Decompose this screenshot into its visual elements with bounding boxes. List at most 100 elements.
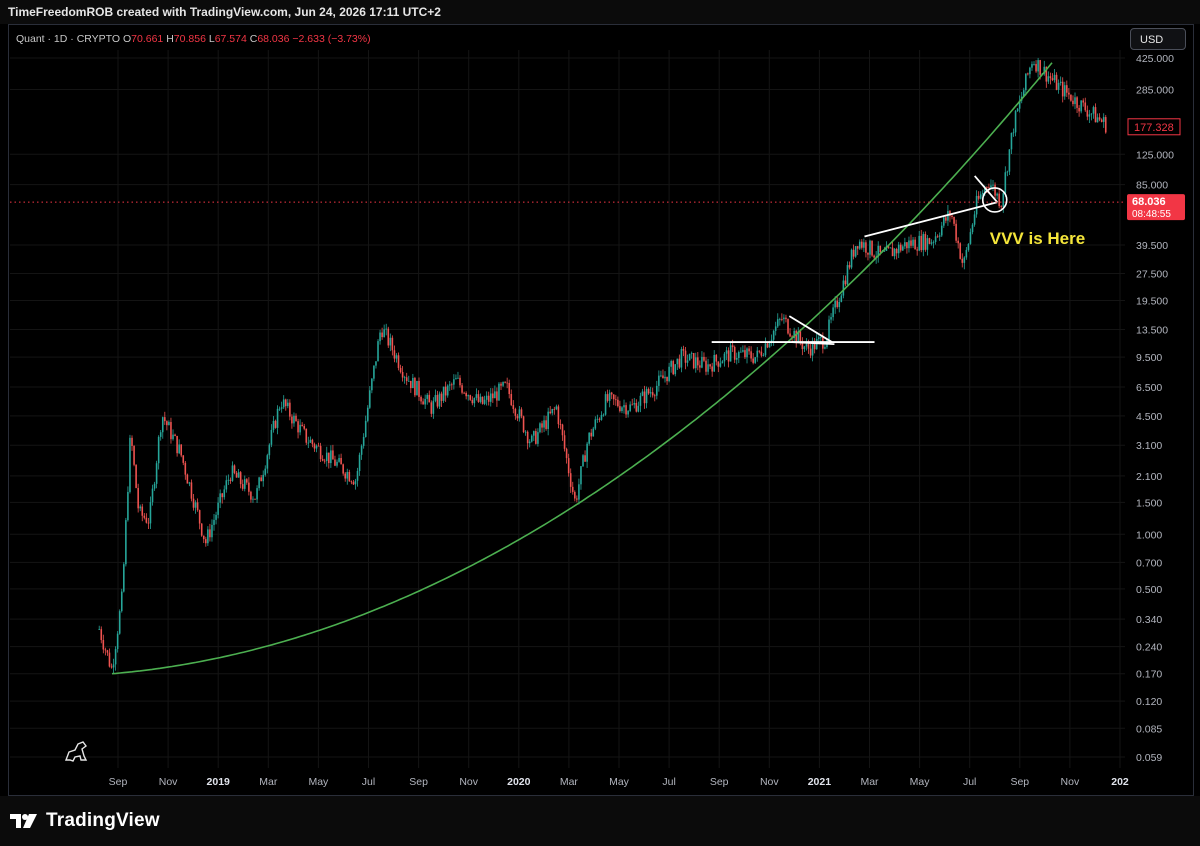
candle	[1092, 105, 1095, 119]
current-price-label: 68.036	[1132, 196, 1166, 208]
candle	[1008, 149, 1011, 175]
tradingview-brand[interactable]: TradingView	[10, 810, 160, 832]
candle	[184, 461, 187, 480]
x-tick-label: Nov	[760, 776, 779, 788]
candle	[709, 363, 711, 370]
candle	[1057, 79, 1060, 94]
annotation-text: VVV is Here	[990, 229, 1085, 248]
candle	[664, 371, 666, 383]
candle	[727, 347, 730, 368]
candle	[854, 246, 857, 258]
candle	[861, 239, 863, 250]
candle	[147, 518, 150, 529]
candle	[248, 477, 250, 496]
candle	[278, 406, 281, 411]
candle	[369, 386, 371, 410]
y-tick-label: 4.500	[1136, 411, 1162, 423]
candle	[276, 405, 279, 435]
candle	[508, 379, 511, 399]
candle	[299, 419, 301, 436]
candle	[805, 338, 808, 351]
candle	[852, 244, 855, 260]
candle	[481, 396, 484, 405]
candle	[311, 438, 314, 448]
candle	[680, 346, 683, 373]
candle	[844, 275, 847, 287]
candle	[764, 337, 767, 358]
candle	[840, 293, 843, 303]
candle	[1010, 132, 1013, 155]
candle	[235, 470, 238, 478]
candle	[500, 381, 502, 391]
candle	[692, 352, 695, 370]
candle	[112, 658, 115, 674]
candle	[323, 458, 326, 464]
candle	[598, 417, 601, 423]
candle	[867, 252, 869, 261]
candle	[633, 397, 636, 409]
candle	[139, 504, 142, 512]
candle	[477, 390, 480, 403]
candle	[569, 468, 572, 493]
candle	[668, 362, 670, 383]
candle	[721, 360, 724, 364]
candle	[955, 219, 957, 243]
x-tick-label: Jul	[963, 776, 976, 788]
price-chart[interactable]: VVV is Here 425.000 285.000 125.000 85.000 3…	[0, 0, 1200, 846]
candle	[977, 191, 980, 201]
y-tick-label: 27.500	[1136, 268, 1168, 280]
candle	[1100, 118, 1103, 123]
candle	[953, 216, 955, 227]
candle	[711, 362, 713, 377]
candle	[893, 248, 896, 260]
candle	[282, 395, 285, 410]
currency-button[interactable]: USD	[1130, 28, 1186, 50]
candle	[610, 391, 613, 400]
candle	[742, 345, 744, 353]
candle	[358, 452, 361, 476]
high-value: 70.856	[173, 33, 206, 45]
candle	[533, 430, 535, 442]
x-tick-label: Nov	[1061, 776, 1080, 788]
x-tick-label: Sep	[409, 776, 428, 788]
candle	[354, 478, 357, 490]
candle	[426, 392, 429, 405]
candle	[748, 345, 750, 355]
candle	[141, 503, 144, 522]
candle	[934, 231, 937, 245]
candle	[526, 430, 529, 450]
candle	[157, 435, 160, 470]
y-tick-label: 1.500	[1136, 497, 1162, 509]
candle	[338, 454, 340, 463]
candle	[617, 396, 619, 408]
candle	[729, 342, 732, 362]
candle	[258, 476, 260, 491]
candle	[287, 398, 289, 409]
candle	[787, 318, 789, 335]
high-label: H	[166, 33, 174, 45]
candle	[496, 387, 498, 407]
brand-name: TradingView	[46, 810, 160, 831]
candle	[756, 347, 759, 362]
candle	[264, 465, 267, 477]
candle	[639, 392, 642, 413]
candle	[672, 359, 675, 376]
candle	[270, 424, 273, 448]
candle	[498, 382, 500, 401]
candle	[690, 351, 693, 359]
candle	[902, 244, 904, 251]
countdown-label: 08:48:55	[1132, 209, 1171, 220]
candle	[448, 380, 451, 391]
candle	[1084, 97, 1087, 112]
candle	[926, 235, 929, 256]
x-axis: Sep Nov 2019 Mar May Jul Sep Nov 2020 Mar May Jul Se…	[109, 776, 1129, 788]
candle	[582, 454, 584, 467]
candle	[1090, 113, 1093, 121]
candle	[873, 254, 875, 259]
candle	[362, 433, 365, 449]
x-tick-label: 2021	[808, 776, 832, 788]
candle	[108, 648, 111, 668]
symbol-legend: Quant · 1D · CRYPTO O70.661 H70.856 L67.…	[16, 33, 371, 45]
candle	[100, 626, 103, 644]
candle	[334, 455, 336, 467]
